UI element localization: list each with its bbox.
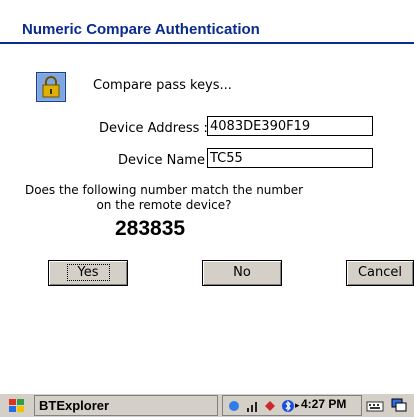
cancel-button-label: Cancel <box>357 265 403 280</box>
bluetooth-icon[interactable] <box>281 399 295 413</box>
device-address-field[interactable]: 4083DE390F19 <box>207 116 373 136</box>
device-address-label: Device Address : <box>99 121 208 136</box>
question-line-1: Does the following number match the numb… <box>24 183 304 197</box>
network-icon[interactable] <box>227 399 241 413</box>
sync-icon[interactable] <box>263 399 277 413</box>
prompt-text: Compare pass keys... <box>93 78 232 93</box>
device-name-field[interactable]: TC55 <box>207 148 373 168</box>
device-name-label: Device Name : <box>118 153 214 168</box>
clock[interactable]: 4:27 PM <box>301 397 346 411</box>
no-button[interactable]: No <box>202 260 282 286</box>
dialog-title: Numeric Compare Authentication <box>22 21 260 38</box>
padlock-icon <box>36 72 66 102</box>
taskbar-app-button[interactable]: BTExplorer <box>34 395 218 416</box>
cancel-button[interactable]: Cancel <box>346 260 414 286</box>
tray-arrow-icon: ▸ <box>295 401 300 411</box>
desktop-switch-icon[interactable] <box>390 396 408 414</box>
title-underline <box>0 42 414 44</box>
question-line-2: on the remote device? <box>96 198 232 212</box>
keyboard-icon[interactable] <box>366 396 384 414</box>
taskbar: BTExplorer ▸ 4:27 PM <box>0 393 414 417</box>
yes-button-label: Yes <box>66 264 110 281</box>
windows-flag-icon <box>9 399 24 412</box>
signal-icon[interactable] <box>245 399 259 413</box>
start-button[interactable] <box>6 396 28 416</box>
system-tray: ▸ 4:27 PM <box>222 395 362 416</box>
no-button-label: No <box>233 265 251 280</box>
passkey-number: 283835 <box>115 217 186 240</box>
yes-button[interactable]: Yes <box>48 260 128 286</box>
question-text: Does the following number match the numb… <box>14 183 314 213</box>
dialog-title-bar: Numeric Compare Authentication <box>0 0 414 56</box>
